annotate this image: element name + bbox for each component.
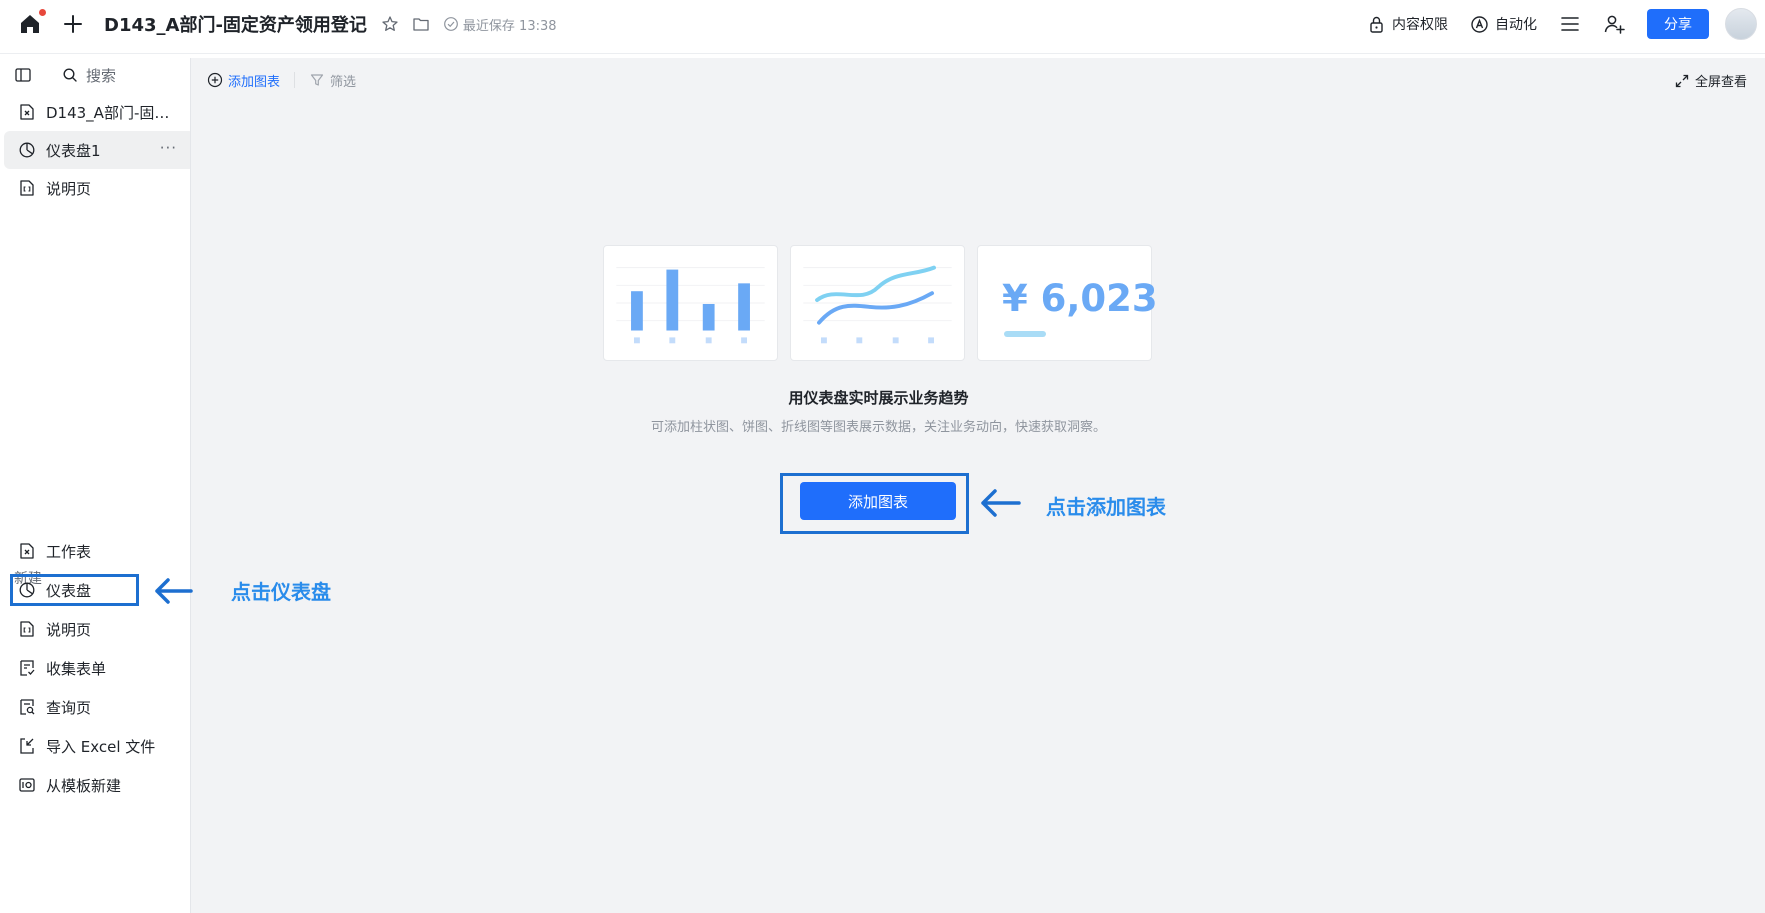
annotation-text-dashboard: 点击仪表盘	[231, 580, 331, 604]
add-circle-icon	[207, 72, 223, 88]
new-item-label: 工作表	[46, 542, 92, 561]
automation-icon	[1471, 15, 1488, 33]
search-icon	[63, 68, 77, 82]
sheet-icon	[20, 543, 34, 559]
more-options-icon[interactable]: ···	[160, 139, 177, 157]
line-chart-illustration	[790, 245, 965, 361]
form-icon	[20, 660, 35, 676]
new-item-label: 从模板新建	[46, 776, 122, 795]
annotation-arrow-dashboard	[155, 578, 193, 604]
check-circle-icon	[444, 17, 458, 31]
home-icon[interactable]	[18, 9, 46, 36]
sheet-icon	[20, 104, 34, 120]
content-permission-button[interactable]: 内容权限	[1367, 14, 1448, 34]
content-permission-label: 内容权限	[1392, 17, 1448, 33]
dashboard-toolbar: 添加图表 筛选	[207, 69, 356, 91]
sidebar-item-label: 说明页	[46, 179, 92, 198]
new-form-item[interactable]: 收集表单	[4, 649, 194, 687]
new-sheet-item[interactable]: 工作表	[4, 532, 194, 570]
share-button[interactable]: 分享	[1647, 9, 1709, 39]
template-icon	[19, 778, 35, 792]
sidebar-item-dashboard[interactable]: 仪表盘1 ···	[4, 131, 195, 169]
annotation-text-add-chart: 点击添加图表	[1046, 495, 1166, 519]
sidebar-toggle-icon[interactable]	[14, 66, 32, 84]
lock-icon	[1370, 16, 1383, 33]
new-item-label: 收集表单	[46, 659, 107, 678]
new-item-label: 说明页	[46, 620, 92, 639]
new-query-item[interactable]: 查询页	[4, 688, 194, 726]
notification-dot	[39, 9, 46, 16]
doc-page-icon	[20, 180, 34, 196]
sidebar: 搜索 D143_A部门-固… 仪表盘1 ··· 说明页 新建 工作表 仪表盘 说…	[0, 54, 195, 913]
automation-button[interactable]: 自动化	[1470, 14, 1537, 34]
dashboard-icon	[19, 142, 35, 158]
doc-page-icon	[20, 621, 34, 637]
automation-label: 自动化	[1495, 17, 1537, 33]
avatar[interactable]	[1725, 8, 1757, 40]
top-bar: D143_A部门-固定资产领用登记 最近保存 13:38 内容权限 自动化 分享	[0, 0, 1765, 54]
sidebar-search[interactable]: 搜索	[62, 65, 116, 86]
star-icon[interactable]	[381, 15, 399, 33]
fullscreen-button[interactable]: 全屏查看	[1675, 71, 1747, 90]
menu-icon[interactable]	[1559, 13, 1581, 35]
add-chart-toolbar-button[interactable]: 添加图表	[207, 71, 280, 90]
import-icon	[20, 738, 34, 754]
top-bar-right: 内容权限 自动化 分享	[1367, 0, 1757, 48]
save-status: 最近保存 13:38	[443, 15, 557, 34]
new-item-label: 导入 Excel 文件	[46, 737, 156, 756]
new-from-template-item[interactable]: 从模板新建	[4, 766, 194, 804]
fullscreen-label: 全屏查看	[1694, 75, 1747, 90]
toolbar-divider	[294, 72, 296, 88]
sidebar-item-doc-page[interactable]: 说明页	[4, 169, 195, 207]
dashboard-canvas: 添加图表 筛选 全屏查看 ¥ 6,023 用仪表盘实时展示业务趋势 可添加柱状图…	[190, 58, 1765, 913]
empty-state-subtitle: 可添加柱状图、饼图、折线图等图表展示数据，关注业务动向，快速获取洞察。	[650, 420, 1106, 435]
add-chart-toolbar-label: 添加图表	[228, 74, 281, 90]
annotation-highlight-dashboard	[10, 574, 139, 606]
kpi-value: ¥ 6,023	[1002, 277, 1158, 320]
annotation-highlight-add-chart	[780, 473, 969, 534]
top-bar-left: D143_A部门-固定资产领用登记 最近保存 13:38	[18, 0, 557, 48]
sidebar-top: 搜索	[14, 62, 116, 88]
import-excel-item[interactable]: 导入 Excel 文件	[4, 727, 194, 765]
sidebar-item-label: D143_A部门-固…	[46, 103, 170, 122]
new-doc-page-item[interactable]: 说明页	[4, 610, 194, 648]
document-title[interactable]: D143_A部门-固定资产领用登记	[104, 11, 367, 37]
search-placeholder: 搜索	[86, 66, 117, 85]
save-status-text: 最近保存 13:38	[462, 18, 557, 34]
bar-chart-illustration-graphic	[616, 267, 765, 344]
filter-icon	[310, 74, 324, 86]
filter-label: 筛选	[330, 74, 357, 90]
filter-button[interactable]: 筛选	[309, 71, 356, 90]
plus-icon[interactable]	[62, 13, 84, 35]
folder-icon[interactable]	[412, 15, 430, 33]
kpi-illustration: ¥ 6,023	[977, 245, 1158, 361]
add-member-icon[interactable]	[1603, 13, 1625, 35]
line-chart-illustration-graphic	[803, 265, 952, 344]
query-icon	[20, 699, 35, 715]
kpi-underline	[1004, 331, 1046, 337]
bar-chart-illustration	[603, 245, 778, 361]
new-item-label: 查询页	[46, 698, 92, 717]
sidebar-item-sheet[interactable]: D143_A部门-固…	[4, 93, 195, 131]
sidebar-item-label: 仪表盘1	[46, 141, 101, 160]
annotation-arrow-add-chart	[981, 489, 1021, 517]
expand-icon	[1675, 74, 1689, 87]
empty-state-title: 用仪表盘实时展示业务趋势	[788, 389, 969, 407]
